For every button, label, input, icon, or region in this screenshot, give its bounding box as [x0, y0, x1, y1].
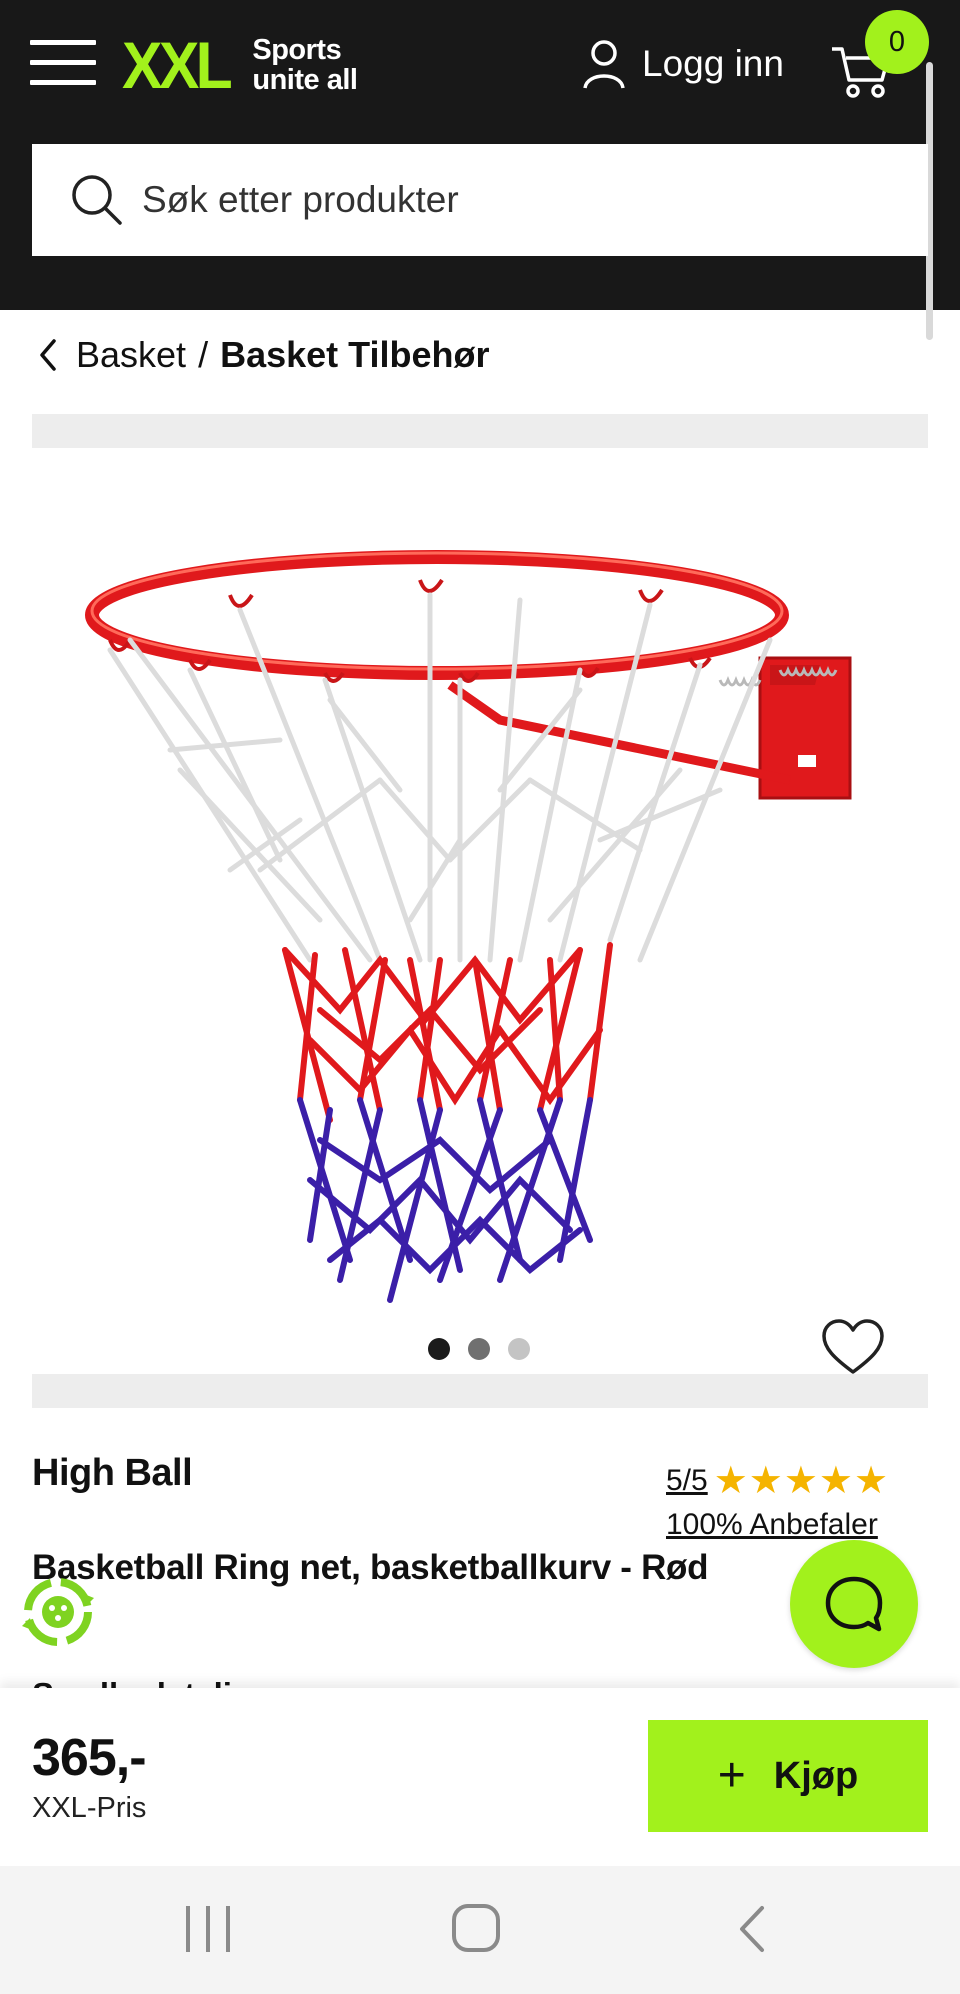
rating-score: 5/5: [666, 1464, 708, 1497]
recommend-percentage-link[interactable]: 100% Anbefaler: [666, 1508, 878, 1542]
login-label: Logg inn: [642, 43, 784, 84]
gallery-bottom-divider: [32, 1374, 928, 1408]
eco-recycle-icon[interactable]: [20, 1574, 96, 1650]
plus-icon: +: [717, 1749, 746, 1802]
purchase-bar: 365,- XXL-Pris + Kjøp: [0, 1688, 960, 1866]
search-input[interactable]: Søk etter produkter: [32, 144, 928, 256]
star-rating-icon: ★★★★★: [713, 1460, 890, 1502]
gallery-top-divider: [32, 414, 928, 448]
site-header: XXL Sports unite all Logg inn 0 Søk ette…: [0, 0, 960, 340]
xxl-logo[interactable]: XXL Sports unite all: [122, 28, 358, 102]
buy-button-label: Kjøp: [773, 1754, 859, 1797]
product-title: Basketball Ring net, basketballkurv - Rø…: [32, 1548, 709, 1587]
breadcrumb-current: Basket Tilbehør: [220, 334, 490, 375]
gallery-dot-1[interactable]: [428, 1338, 450, 1360]
breadcrumb-separator: /: [198, 334, 209, 375]
logo-tagline-line-1: Sports: [252, 34, 342, 66]
search-placeholder: Søk etter produkter: [142, 179, 459, 220]
chevron-left-icon[interactable]: [38, 338, 58, 372]
gallery-dot-2[interactable]: [468, 1338, 490, 1360]
user-icon: [583, 40, 625, 89]
search-icon: [72, 175, 122, 225]
buy-button[interactable]: + Kjøp: [648, 1720, 928, 1832]
product-image[interactable]: [80, 540, 880, 1320]
chat-bubble-icon: [825, 1576, 883, 1632]
gallery-pagination: [428, 1338, 530, 1360]
heart-icon[interactable]: [820, 1318, 886, 1376]
breadcrumb-parent-link[interactable]: Basket: [76, 334, 186, 376]
chat-support-button[interactable]: [790, 1540, 918, 1668]
back-icon[interactable]: [730, 1902, 774, 1956]
system-navigation-bar: [0, 1866, 960, 1994]
gallery-dot-3[interactable]: [508, 1338, 530, 1360]
product-brand[interactable]: High Ball: [32, 1452, 193, 1495]
login-button[interactable]: Logg inn: [582, 38, 784, 90]
breadcrumb: Basket / Basket Tilbehør: [38, 330, 490, 380]
cart-count-badge: 0: [865, 10, 929, 74]
logo-mark: XXL: [122, 28, 233, 102]
hamburger-menu-icon[interactable]: [30, 40, 96, 86]
home-icon[interactable]: [452, 1904, 500, 1952]
product-price: 365,-: [32, 1729, 147, 1787]
logo-tagline: Sports unite all: [252, 34, 358, 96]
product-rating[interactable]: 5/5 ★★★★★: [666, 1462, 889, 1500]
price-label: XXL-Pris: [32, 1792, 147, 1824]
logo-tagline-line-2: unite all: [252, 64, 358, 96]
recent-apps-icon[interactable]: [186, 1906, 230, 1952]
